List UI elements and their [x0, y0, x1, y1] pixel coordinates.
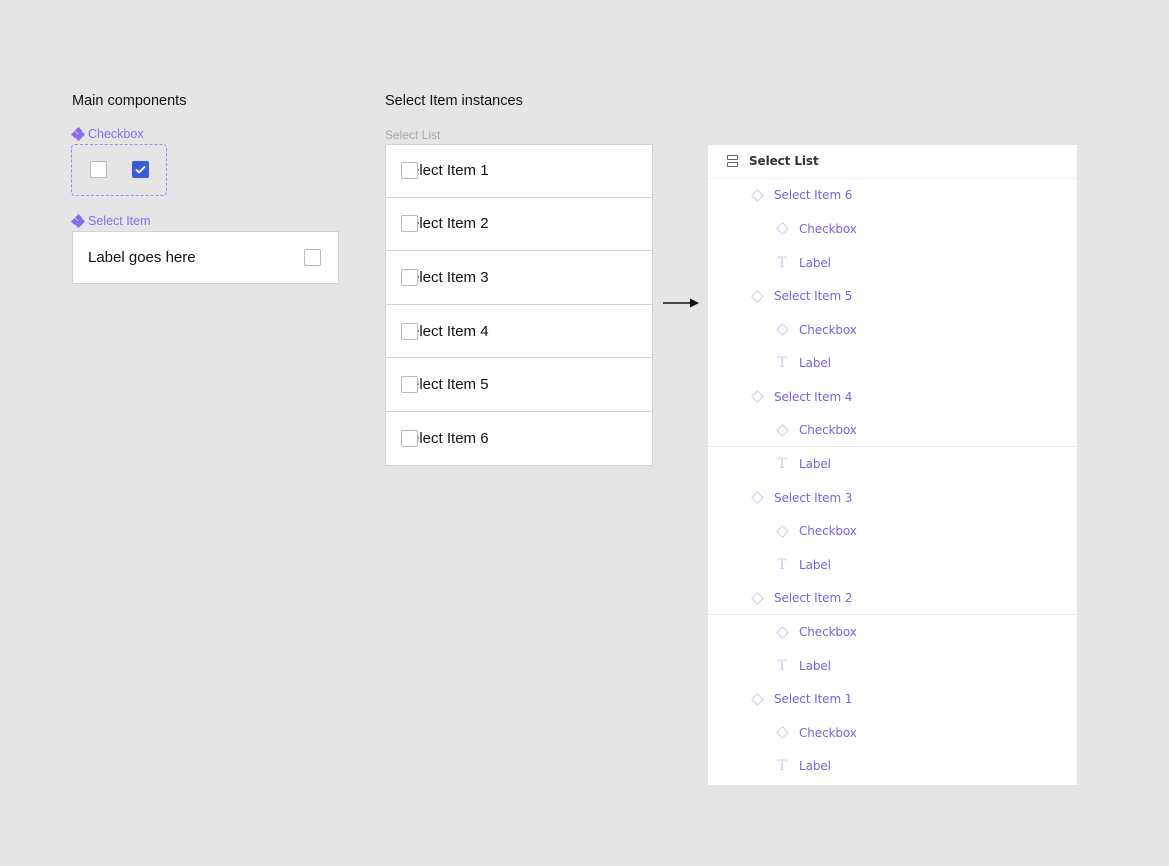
- text-icon: T: [777, 556, 787, 573]
- select-item-row[interactable]: Select Item 3: [385, 251, 653, 305]
- layer-label: Checkbox: [799, 725, 857, 740]
- checkbox-unchecked[interactable]: [90, 161, 107, 178]
- layer-label: Checkbox: [799, 625, 857, 640]
- select-item-checkbox[interactable]: [304, 249, 321, 266]
- instance-diamond-icon: [750, 692, 764, 706]
- right-arrow-icon: [663, 298, 699, 308]
- select-item-row[interactable]: Select Item 6: [385, 411, 653, 466]
- layer-label: Select Item 4: [774, 389, 853, 404]
- checkbox-component-set[interactable]: [71, 144, 167, 196]
- layer-select-item[interactable]: Select Item 3: [708, 481, 1077, 515]
- text-icon: T: [777, 456, 787, 473]
- layer-checkbox[interactable]: Checkbox: [708, 615, 1077, 649]
- select-list-caption: Select List: [385, 128, 441, 142]
- select-item-checkbox[interactable]: [401, 376, 418, 394]
- layer-checkbox[interactable]: Checkbox: [708, 212, 1077, 246]
- layer-select-item[interactable]: Select Item 5: [708, 279, 1077, 313]
- layers-panel: Select List Select Item 6 Checkbox T Labe…: [708, 145, 1077, 785]
- instance-diamond-icon: [775, 323, 789, 337]
- layer-label: Select Item 6: [774, 188, 853, 203]
- layer-label: Label: [799, 557, 831, 572]
- layer-label: Select List: [749, 154, 819, 169]
- select-item-row[interactable]: Select Item 5: [385, 358, 653, 412]
- select-item-row[interactable]: Select Item 2: [385, 197, 653, 252]
- layer-select-item[interactable]: Select Item 1: [708, 683, 1077, 717]
- vertical-stack-icon: [725, 154, 739, 168]
- select-item-checkbox[interactable]: [401, 215, 418, 233]
- layer-text-label[interactable]: T Label: [708, 548, 1077, 582]
- select-item-checkbox[interactable]: [401, 322, 418, 340]
- instance-diamond-icon: [775, 222, 789, 236]
- select-item-label: Label goes here: [88, 249, 196, 266]
- layer-label: Select Item 1: [774, 692, 853, 707]
- text-icon: T: [777, 657, 787, 674]
- layer-checkbox[interactable]: Checkbox: [708, 716, 1077, 750]
- select-item-main-component[interactable]: Label goes here: [72, 231, 339, 284]
- select-item-checkbox[interactable]: [401, 162, 418, 180]
- select-item-row[interactable]: Select Item 4: [385, 304, 653, 359]
- layer-label: Checkbox: [799, 524, 857, 539]
- instance-diamond-icon: [750, 591, 764, 605]
- layer-label: Checkbox: [799, 423, 857, 438]
- checkbox-component-label[interactable]: Checkbox: [70, 126, 144, 142]
- instance-diamond-icon: [750, 390, 764, 404]
- component-icon: [70, 126, 86, 142]
- instances-title: Select Item instances: [385, 93, 523, 109]
- select-item-checkbox[interactable]: [401, 268, 418, 286]
- layer-label: Label: [799, 457, 831, 472]
- text-icon: T: [777, 254, 787, 271]
- checkbox-checked[interactable]: [132, 161, 149, 178]
- layer-text-label[interactable]: T Label: [708, 347, 1077, 381]
- select-item-checkbox[interactable]: [401, 429, 418, 447]
- instance-diamond-icon: [775, 625, 789, 639]
- select-item-component-name: Select Item: [88, 214, 151, 228]
- layer-label: Checkbox: [799, 322, 857, 337]
- main-components-title: Main components: [72, 93, 187, 109]
- select-item-component-label[interactable]: Select Item: [70, 213, 151, 229]
- layer-select-item[interactable]: Select Item 2: [708, 582, 1077, 616]
- select-item-row[interactable]: Select Item 1: [385, 144, 653, 198]
- layer-label: Label: [799, 356, 831, 371]
- layer-label: Label: [799, 658, 831, 673]
- instance-diamond-icon: [775, 524, 789, 538]
- layer-label: Select Item 5: [774, 289, 853, 304]
- checkbox-component-name: Checkbox: [88, 127, 144, 141]
- checkmark-icon: [135, 165, 146, 174]
- layer-text-label[interactable]: T Label: [708, 750, 1077, 784]
- instance-diamond-icon: [750, 188, 764, 202]
- layer-text-label[interactable]: T Label: [708, 649, 1077, 683]
- layer-select-item[interactable]: Select Item 4: [708, 380, 1077, 414]
- layer-select-list[interactable]: Select List: [708, 145, 1077, 179]
- instance-diamond-icon: [775, 726, 789, 740]
- layer-checkbox[interactable]: Checkbox: [708, 414, 1077, 448]
- instance-diamond-icon: [750, 289, 764, 303]
- instance-diamond-icon: [775, 423, 789, 437]
- component-icon: [70, 213, 86, 229]
- layer-text-label[interactable]: T Label: [708, 447, 1077, 481]
- layer-label: Label: [799, 255, 831, 270]
- layer-label: Checkbox: [799, 221, 857, 236]
- layer-checkbox[interactable]: Checkbox: [708, 313, 1077, 347]
- layer-label: Select Item 2: [774, 591, 853, 606]
- text-icon: T: [777, 355, 787, 372]
- layer-label: Label: [799, 759, 831, 774]
- layer-select-item[interactable]: Select Item 6: [708, 179, 1077, 213]
- layer-text-label[interactable]: T Label: [708, 246, 1077, 280]
- layer-checkbox[interactable]: Checkbox: [708, 515, 1077, 549]
- layer-label: Select Item 3: [774, 490, 853, 505]
- instance-diamond-icon: [750, 491, 764, 505]
- select-list: Select Item 1 Select Item 2 Select Item …: [385, 144, 653, 466]
- text-icon: T: [777, 758, 787, 775]
